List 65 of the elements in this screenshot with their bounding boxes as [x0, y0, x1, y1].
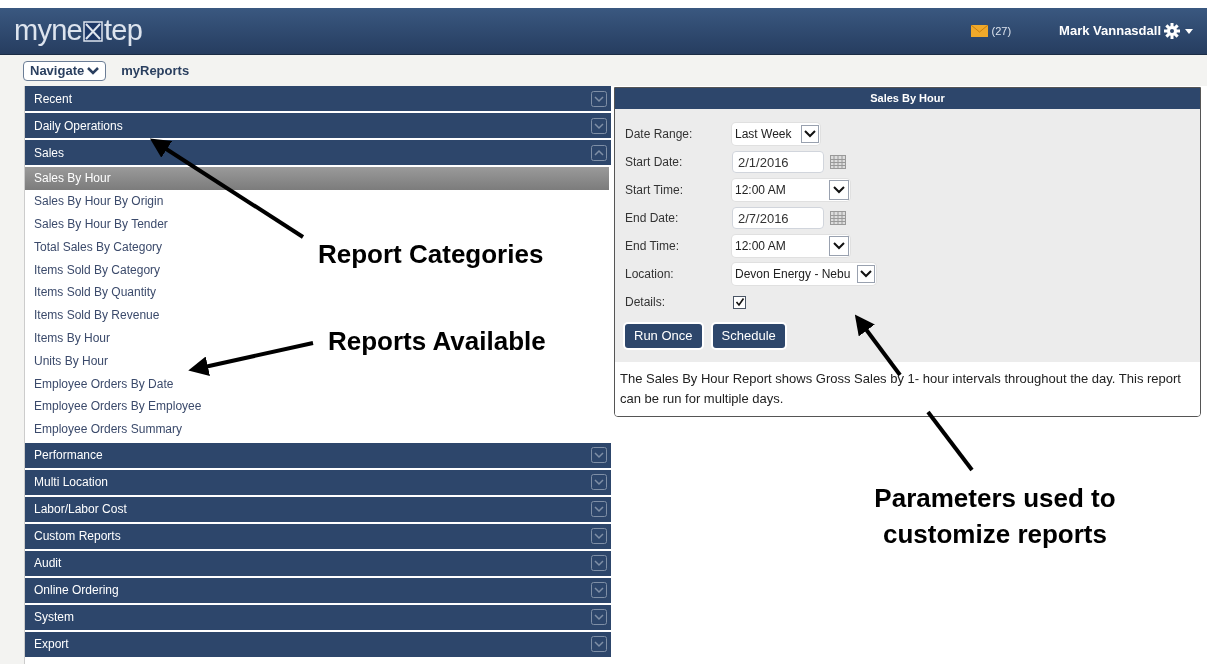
expand-icon[interactable]	[591, 90, 607, 107]
calendar-icon[interactable]	[830, 155, 846, 169]
calendar-icon[interactable]	[830, 211, 846, 225]
report-item[interactable]: Employee Orders By Employee	[25, 394, 206, 418]
breadcrumb: myReports	[121, 61, 190, 80]
message-count[interactable]: (27)	[991, 22, 1012, 40]
collapse-icon[interactable]	[591, 144, 607, 161]
details-checkbox[interactable]	[733, 295, 746, 309]
field-label: Date Range:	[625, 126, 694, 143]
report-item[interactable]: Sales By Hour By Origin	[25, 189, 168, 213]
expand-icon[interactable]	[591, 447, 607, 464]
field-label: End Time:	[625, 238, 681, 255]
expand-icon[interactable]	[591, 501, 607, 518]
envelope-icon[interactable]	[970, 25, 988, 37]
logo[interactable]: myne tep	[14, 9, 143, 53]
report-item[interactable]: Items By Hour	[25, 326, 115, 350]
category-header[interactable]: Export	[25, 631, 611, 657]
caret-icon[interactable]	[1185, 28, 1193, 34]
user-name[interactable]: Mark Vannasdall	[1059, 21, 1161, 41]
category-header[interactable]: Labor/Labor Cost	[25, 496, 611, 522]
select-field[interactable]: Last Week	[732, 123, 820, 145]
x-logo-icon	[83, 20, 103, 42]
panel-title: Sales By Hour	[615, 88, 1200, 109]
expand-icon[interactable]	[591, 609, 607, 626]
report-button[interactable]: Run Once	[625, 324, 702, 348]
expand-icon[interactable]	[591, 582, 607, 599]
select-field[interactable]: Devon Energy - Nebu	[732, 263, 876, 285]
field-label: Details:	[625, 294, 666, 311]
expand-icon[interactable]	[591, 636, 607, 653]
report-item[interactable]: Items Sold By Quantity	[25, 281, 161, 304]
category-header[interactable]: Performance	[25, 442, 611, 468]
date-field[interactable]: 2/1/2016	[732, 151, 824, 173]
chevron-down-icon	[87, 66, 100, 75]
report-item[interactable]: Units By Hour	[25, 349, 113, 373]
category-header[interactable]: Sales	[25, 140, 611, 165]
category-header[interactable]: System	[25, 604, 611, 630]
category-header[interactable]: Recent	[25, 86, 611, 111]
field-label: Location:	[625, 266, 675, 283]
category-header[interactable]: Custom Reports	[25, 523, 611, 549]
report-item[interactable]: Items Sold By Category	[25, 258, 165, 281]
settings-icon[interactable]	[1164, 23, 1180, 39]
category-header[interactable]: Online Ordering	[25, 577, 611, 603]
navigate-button[interactable]: Navigate	[23, 60, 107, 81]
report-item[interactable]: Sales By Hour By Tender	[25, 212, 172, 236]
category-header[interactable]: Daily Operations	[25, 113, 611, 138]
expand-icon[interactable]	[591, 474, 607, 491]
field-label: Start Time:	[625, 182, 684, 199]
annotation-text: Reports Available	[328, 325, 546, 358]
annotation-text: Report Categories	[318, 238, 544, 271]
expand-icon[interactable]	[591, 528, 607, 545]
field-label: End Date:	[625, 210, 680, 227]
expand-icon[interactable]	[591, 117, 607, 134]
annotation-text: Parameters used to customize reports	[873, 482, 1117, 551]
report-item[interactable]: Total Sales By Category	[25, 235, 167, 259]
expand-icon[interactable]	[591, 555, 607, 572]
report-item[interactable]: Employee Orders Summary	[25, 417, 187, 441]
select-field[interactable]: 12:00 AM	[732, 179, 850, 201]
report-item[interactable]: Items Sold By Revenue	[25, 303, 164, 327]
date-field[interactable]: 2/7/2016	[732, 207, 824, 229]
field-label: Start Date:	[625, 154, 684, 171]
report-item[interactable]: Employee Orders By Date	[25, 372, 178, 395]
category-header[interactable]: Audit	[25, 550, 611, 576]
report-button[interactable]: Schedule	[712, 324, 785, 348]
select-field[interactable]: 12:00 AM	[732, 235, 850, 257]
category-header[interactable]: Multi Location	[25, 469, 611, 495]
